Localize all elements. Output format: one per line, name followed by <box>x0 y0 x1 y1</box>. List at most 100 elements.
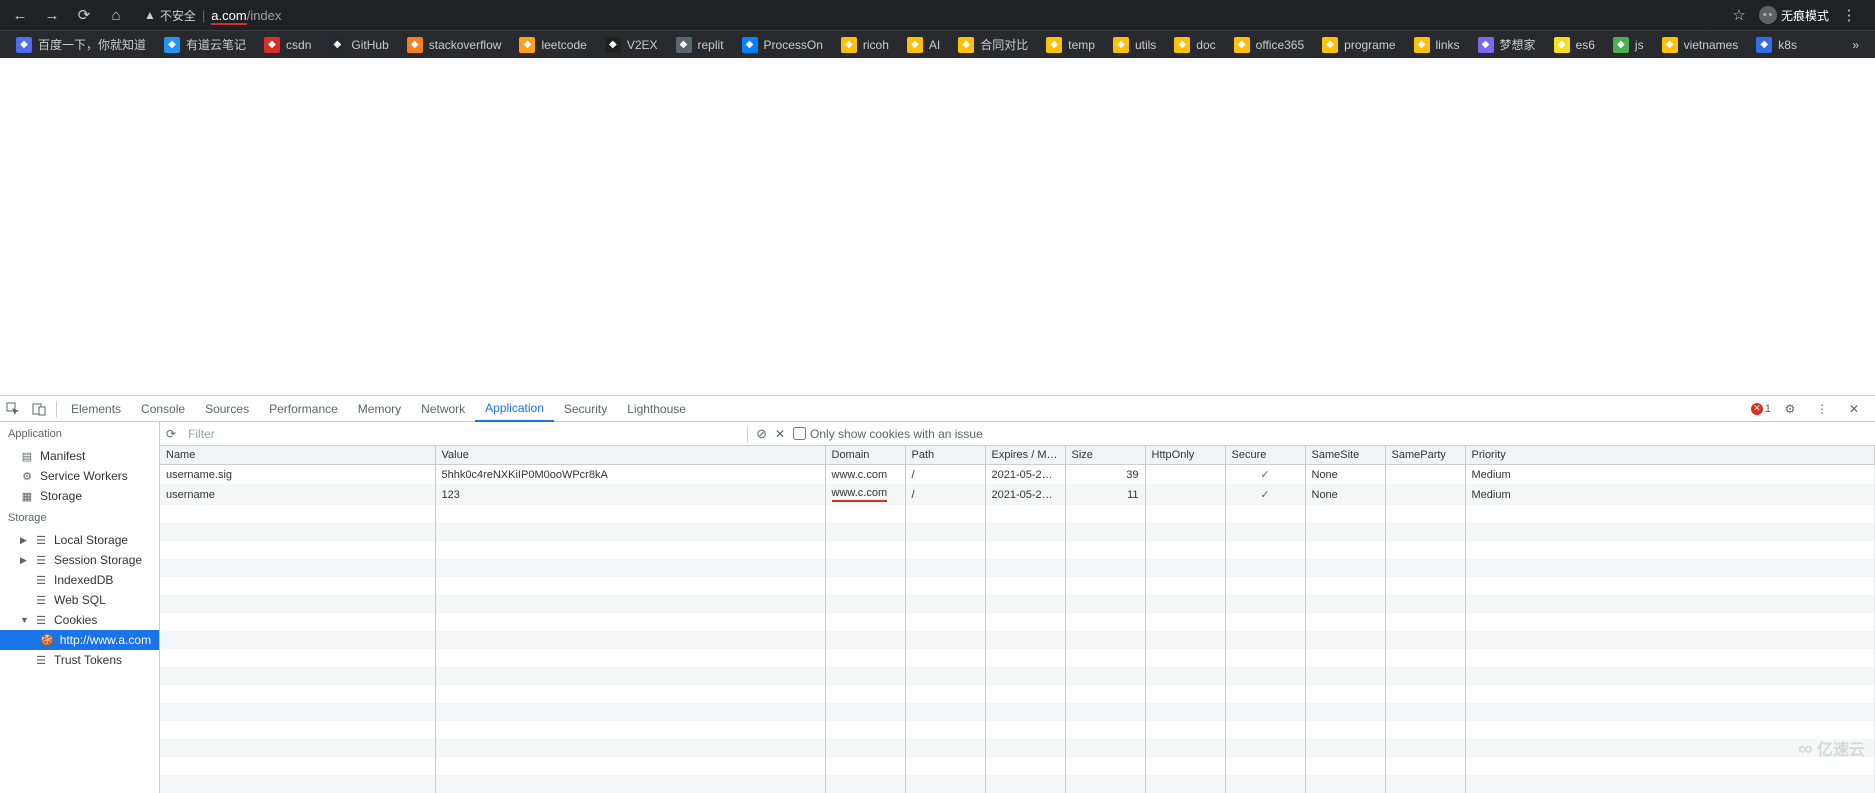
star-icon[interactable]: ☆ <box>1725 1 1753 29</box>
menu-icon[interactable]: ⋮ <box>1835 1 1863 29</box>
column-header[interactable]: SameParty <box>1385 446 1465 465</box>
security-indicator[interactable]: ▲ 不安全 <box>144 7 196 24</box>
address-bar[interactable]: ▲ 不安全 | a.com/index <box>134 2 1715 28</box>
reload-button[interactable]: ⟳ <box>70 1 98 29</box>
bookmark-icon: ◆ <box>1113 37 1129 53</box>
bookmark-item[interactable]: ◆ricoh <box>833 33 897 57</box>
delete-icon[interactable]: ✕ <box>775 427 785 441</box>
bookmark-item[interactable]: ◆js <box>1605 33 1652 57</box>
browser-nav-bar: ← → ⟳ ⌂ ▲ 不安全 | a.com/index ☆ 👓 无痕模式 ⋮ <box>0 0 1875 30</box>
bookmark-item[interactable]: ◆k8s <box>1748 33 1805 57</box>
error-count[interactable]: ✕ 1 <box>1751 403 1771 415</box>
inspect-icon[interactable] <box>0 396 26 422</box>
bookmark-label: office365 <box>1256 38 1305 52</box>
devtools-tab-performance[interactable]: Performance <box>259 396 348 422</box>
devtools-tab-security[interactable]: Security <box>554 396 617 422</box>
cookies-table[interactable]: NameValueDomainPathExpires / Max-...Size… <box>160 446 1875 793</box>
bookmark-item[interactable]: ◆ utils <box>1105 33 1164 57</box>
sidebar-item-local-storage[interactable]: ▶☰Local Storage <box>0 530 159 550</box>
sidebar-item-storage[interactable]: ▦Storage <box>0 486 159 506</box>
devtools-tab-sources[interactable]: Sources <box>195 396 259 422</box>
sidebar-item-trust-tokens[interactable]: ☰Trust Tokens <box>0 650 159 670</box>
bookmark-item[interactable]: ◆replit <box>668 33 732 57</box>
bookmark-item[interactable]: ◆programe <box>1314 33 1403 57</box>
column-header[interactable]: Size <box>1065 446 1145 465</box>
warning-icon: ▲ <box>144 8 156 22</box>
bookmark-label: k8s <box>1778 38 1797 52</box>
bookmark-label: es6 <box>1576 38 1595 52</box>
bookmark-item[interactable]: ◆GitHub <box>321 33 396 57</box>
bookmark-item[interactable]: ◆百度一下，你就知道 <box>8 33 154 57</box>
bookmark-item[interactable]: ◆temp <box>1038 33 1103 57</box>
url-text: a.com/index <box>211 8 281 23</box>
home-button[interactable]: ⌂ <box>102 1 130 29</box>
refresh-icon[interactable]: ⟳ <box>166 427 176 441</box>
cookie-origin[interactable]: 🍪http://www.a.com <box>0 630 159 650</box>
devtools-menu-icon[interactable]: ⋮ <box>1809 396 1835 422</box>
bookmark-item[interactable]: ◆leetcode <box>511 33 594 57</box>
storage-icon: ☰ <box>34 593 48 607</box>
bookmark-icon: ◆ <box>407 37 423 53</box>
bookmark-label: utils <box>1135 38 1156 52</box>
only-issues-checkbox[interactable]: Only show cookies with an issue <box>793 427 983 441</box>
bookmarks-overflow[interactable]: » <box>1844 33 1867 57</box>
forward-button[interactable]: → <box>38 1 66 29</box>
sidebar-item-service-workers[interactable]: ⚙Service Workers <box>0 466 159 486</box>
column-header[interactable]: Secure <box>1225 446 1305 465</box>
empty-row <box>160 541 1875 559</box>
bookmark-icon: ◆ <box>1554 37 1570 53</box>
devtools-tab-lighthouse[interactable]: Lighthouse <box>617 396 696 422</box>
bookmark-icon: ◆ <box>1662 37 1678 53</box>
sidebar-item-manifest[interactable]: ▤Manifest <box>0 446 159 466</box>
devtools-tab-console[interactable]: Console <box>131 396 195 422</box>
column-header[interactable]: Expires / Max-... <box>985 446 1065 465</box>
devtools-tab-application[interactable]: Application <box>475 396 554 422</box>
empty-row <box>160 685 1875 703</box>
filter-input[interactable] <box>184 425 739 443</box>
bookmark-item[interactable]: ◆ProcessOn <box>734 33 831 57</box>
bookmark-icon: ◆ <box>264 37 280 53</box>
bookmark-label: js <box>1635 38 1644 52</box>
table-row[interactable]: username.sig5hhk0c4reNXKiIP0M0ooWPcr8kAw… <box>160 465 1875 485</box>
sidebar-item-web-sql[interactable]: ☰Web SQL <box>0 590 159 610</box>
device-icon[interactable] <box>26 396 52 422</box>
bookmark-item[interactable]: ◆csdn <box>256 33 319 57</box>
column-header[interactable]: Priority <box>1465 446 1875 465</box>
back-button[interactable]: ← <box>6 1 34 29</box>
cookie-icon: 🍪 <box>40 633 54 647</box>
column-header[interactable]: Domain <box>825 446 905 465</box>
close-devtools-icon[interactable]: ✕ <box>1841 396 1867 422</box>
devtools-tabs: ElementsConsoleSourcesPerformanceMemoryN… <box>0 396 1875 422</box>
bookmark-item[interactable]: ◆ es6 <box>1546 33 1603 57</box>
settings-icon[interactable]: ⚙ <box>1777 396 1803 422</box>
column-header[interactable]: SameSite <box>1305 446 1385 465</box>
devtools-tab-network[interactable]: Network <box>411 396 475 422</box>
bookmark-item[interactable]: ◆V2EX <box>597 33 666 57</box>
column-header[interactable]: Name <box>160 446 435 465</box>
bookmark-item[interactable]: ◆有道云笔记 <box>156 33 254 57</box>
bookmark-icon: ◆ <box>742 37 758 53</box>
empty-row <box>160 631 1875 649</box>
sidebar-item-session-storage[interactable]: ▶☰Session Storage <box>0 550 159 570</box>
sidebar-item-cookies[interactable]: ▼☰Cookies <box>0 610 159 630</box>
bookmark-item[interactable]: ◆links <box>1406 33 1468 57</box>
devtools-tab-elements[interactable]: Elements <box>61 396 131 422</box>
bookmark-item[interactable]: ◆stackoverflow <box>399 33 510 57</box>
sidebar-item-indexeddb[interactable]: ☰IndexedDB <box>0 570 159 590</box>
bookmark-item[interactable]: ◆doc <box>1166 33 1223 57</box>
filter-toolbar: ⟳ ⊘ ✕ Only show cookies with an issue <box>160 422 1875 446</box>
bookmark-item[interactable]: ◆AI <box>899 33 948 57</box>
bookmark-item[interactable]: ◆ office365 <box>1226 33 1313 57</box>
column-header[interactable]: HttpOnly <box>1145 446 1225 465</box>
bookmark-icon: ◆ <box>1234 37 1250 53</box>
devtools-tab-memory[interactable]: Memory <box>348 396 411 422</box>
bookmark-item[interactable]: ◆合同对比 <box>950 33 1036 57</box>
clear-icon[interactable]: ⊘ <box>756 426 767 442</box>
column-header[interactable]: Value <box>435 446 825 465</box>
bookmark-item[interactable]: ◆梦想家 <box>1470 33 1544 57</box>
table-row[interactable]: username123www.c.com/2021-05-20T0...11✓N… <box>160 484 1875 505</box>
bookmark-item[interactable]: ◆vietnames <box>1654 33 1747 57</box>
column-header[interactable]: Path <box>905 446 985 465</box>
bookmark-icon: ◆ <box>1322 37 1338 53</box>
bookmark-icon: ◆ <box>605 37 621 53</box>
